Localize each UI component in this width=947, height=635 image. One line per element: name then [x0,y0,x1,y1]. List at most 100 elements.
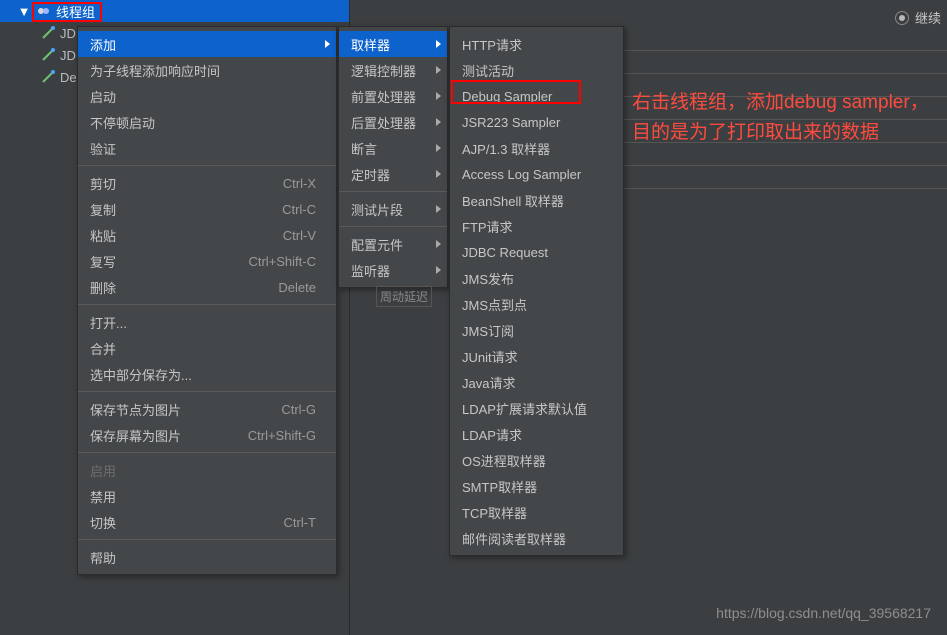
submenu-samplers: HTTP请求测试活动 Debug Sampler JSR223 Sampler AJP… [449,26,624,556]
sampler-item-label: LDAP请求 [462,425,603,444]
submenu-timer[interactable]: 定时器 [339,161,447,187]
submenu-arrow-icon [436,40,441,48]
menu-separator [78,165,336,166]
bg-label-fragment: 周动延迟 [376,286,432,307]
menu-copy[interactable]: 复制Ctrl-C [78,196,336,222]
submenu-arrow-icon [436,170,441,178]
submenu-listener[interactable]: 监听器 [339,257,447,283]
menu-enable: 启用 [78,457,336,483]
sampler-item-label: JMS点到点 [462,295,603,314]
submenu-add-category: 取样器 逻辑控制器 前置处理器 后置处理器 断言 定时器 测试片段 配置元件 监… [338,26,448,288]
sampler-item[interactable]: JMS点到点 [450,291,623,317]
submenu-fragment[interactable]: 测试片段 [339,196,447,222]
submenu-logic[interactable]: 逻辑控制器 [339,57,447,83]
sampler-item-label: OS进程取样器 [462,451,603,470]
menu-cut[interactable]: 剪切Ctrl-X [78,170,336,196]
sampler-item-label: FTP请求 [462,217,603,236]
submenu-arrow-icon [436,240,441,248]
sampler-item[interactable]: HTTP请求 [450,31,623,57]
sampler-icon [40,25,56,41]
sampler-item-label: JMS订阅 [462,321,603,340]
submenu-config[interactable]: 配置元件 [339,231,447,257]
sampler-item[interactable]: JUnit请求 [450,343,623,369]
sampler-item-label: SMTP取样器 [462,477,603,496]
sampler-item-label: JSR223 Sampler [462,115,603,130]
sampler-item-label: LDAP扩展请求默认值 [462,399,603,418]
sampler-item[interactable]: AJP/1.3 取样器 [450,135,623,161]
menu-add-timer[interactable]: 为子线程添加响应时间 [78,57,336,83]
submenu-post[interactable]: 后置处理器 [339,109,447,135]
menu-add[interactable]: 添加 [78,31,336,57]
menu-merge[interactable]: 合并 [78,335,336,361]
tree-node-thread-group[interactable]: ▼ 线程组 [0,0,349,22]
sampler-item-label: BeanShell 取样器 [462,191,603,210]
submenu-arrow-icon [436,266,441,274]
menu-separator [78,304,336,305]
menu-separator [78,391,336,392]
submenu-sampler[interactable]: 取样器 [339,31,447,57]
sampler-item-label: 测试活动 [462,61,603,80]
sampler-item[interactable]: Access Log Sampler [450,161,623,187]
menu-toggle[interactable]: 切换Ctrl-T [78,509,336,535]
sampler-item[interactable]: JMS订阅 [450,317,623,343]
menu-delete[interactable]: 删除Delete [78,274,336,300]
sampler-item[interactable]: Debug Sampler [450,83,623,109]
tree-node-label: 线程组 [56,2,95,21]
menu-start[interactable]: 启动 [78,83,336,109]
submenu-arrow-icon [436,144,441,152]
sampler-item[interactable]: 测试活动 [450,57,623,83]
submenu-arrow-icon [436,92,441,100]
menu-paste[interactable]: 粘贴Ctrl-V [78,222,336,248]
sampler-item-label: HTTP请求 [462,35,603,54]
sampler-item-label: Access Log Sampler [462,167,603,182]
thread-group-icon [36,3,52,19]
continue-radio[interactable]: 继续 [895,8,941,27]
sampler-item[interactable]: TCP取样器 [450,499,623,525]
sampler-icon [40,69,56,85]
sampler-item-label: JUnit请求 [462,347,603,366]
sampler-item-label: AJP/1.3 取样器 [462,139,603,158]
sampler-item[interactable]: SMTP取样器 [450,473,623,499]
sampler-item[interactable]: OS进程取样器 [450,447,623,473]
sampler-item[interactable]: FTP请求 [450,213,623,239]
sampler-item[interactable]: BeanShell 取样器 [450,187,623,213]
sampler-item[interactable]: Java请求 [450,369,623,395]
menu-save-screen-img[interactable]: 保存屏幕为图片Ctrl+Shift-G [78,422,336,448]
menu-open[interactable]: 打开... [78,309,336,335]
menu-save-node-img[interactable]: 保存节点为图片Ctrl-G [78,396,336,422]
continue-radio-label: 继续 [915,8,941,27]
sampler-item[interactable]: JDBC Request [450,239,623,265]
menu-disable[interactable]: 禁用 [78,483,336,509]
sampler-item[interactable]: LDAP扩展请求默认值 [450,395,623,421]
context-menu-main: 添加 为子线程添加响应时间 启动 不停顿启动 验证 剪切Ctrl-X 复制Ctr… [77,26,337,575]
tree-item-label: De [60,70,77,85]
watermark: https://blog.csdn.net/qq_39568217 [716,605,931,621]
sampler-item[interactable]: JSR223 Sampler [450,109,623,135]
submenu-arrow-icon [436,118,441,126]
tree-item-label: JD [60,48,76,63]
menu-separator [78,452,336,453]
menu-help[interactable]: 帮助 [78,544,336,570]
expand-icon: ▼ [16,3,32,19]
submenu-arrow-icon [436,66,441,74]
sampler-item-label: Java请求 [462,373,603,392]
sampler-item[interactable]: LDAP请求 [450,421,623,447]
sampler-item-label: Debug Sampler [462,89,603,104]
sampler-item[interactable]: 邮件阅读者取样器 [450,525,623,551]
menu-separator [339,191,447,192]
submenu-pre[interactable]: 前置处理器 [339,83,447,109]
sampler-item-label: 邮件阅读者取样器 [462,529,603,548]
submenu-arrow-icon [436,205,441,213]
sampler-item[interactable]: JMS发布 [450,265,623,291]
submenu-assert[interactable]: 断言 [339,135,447,161]
sampler-item-label: JDBC Request [462,245,603,260]
menu-separator [339,226,447,227]
menu-start-no-pause[interactable]: 不停顿启动 [78,109,336,135]
menu-validate[interactable]: 验证 [78,135,336,161]
menu-save-selection[interactable]: 选中部分保存为... [78,361,336,387]
tree-item-label: JD [60,26,76,41]
annotation-text: 右击线程组，添加debug sampler，目的是为了打印取出来的数据 [632,88,932,148]
radio-dot-icon [895,11,909,25]
sampler-icon [40,47,56,63]
menu-duplicate[interactable]: 复写Ctrl+Shift-C [78,248,336,274]
